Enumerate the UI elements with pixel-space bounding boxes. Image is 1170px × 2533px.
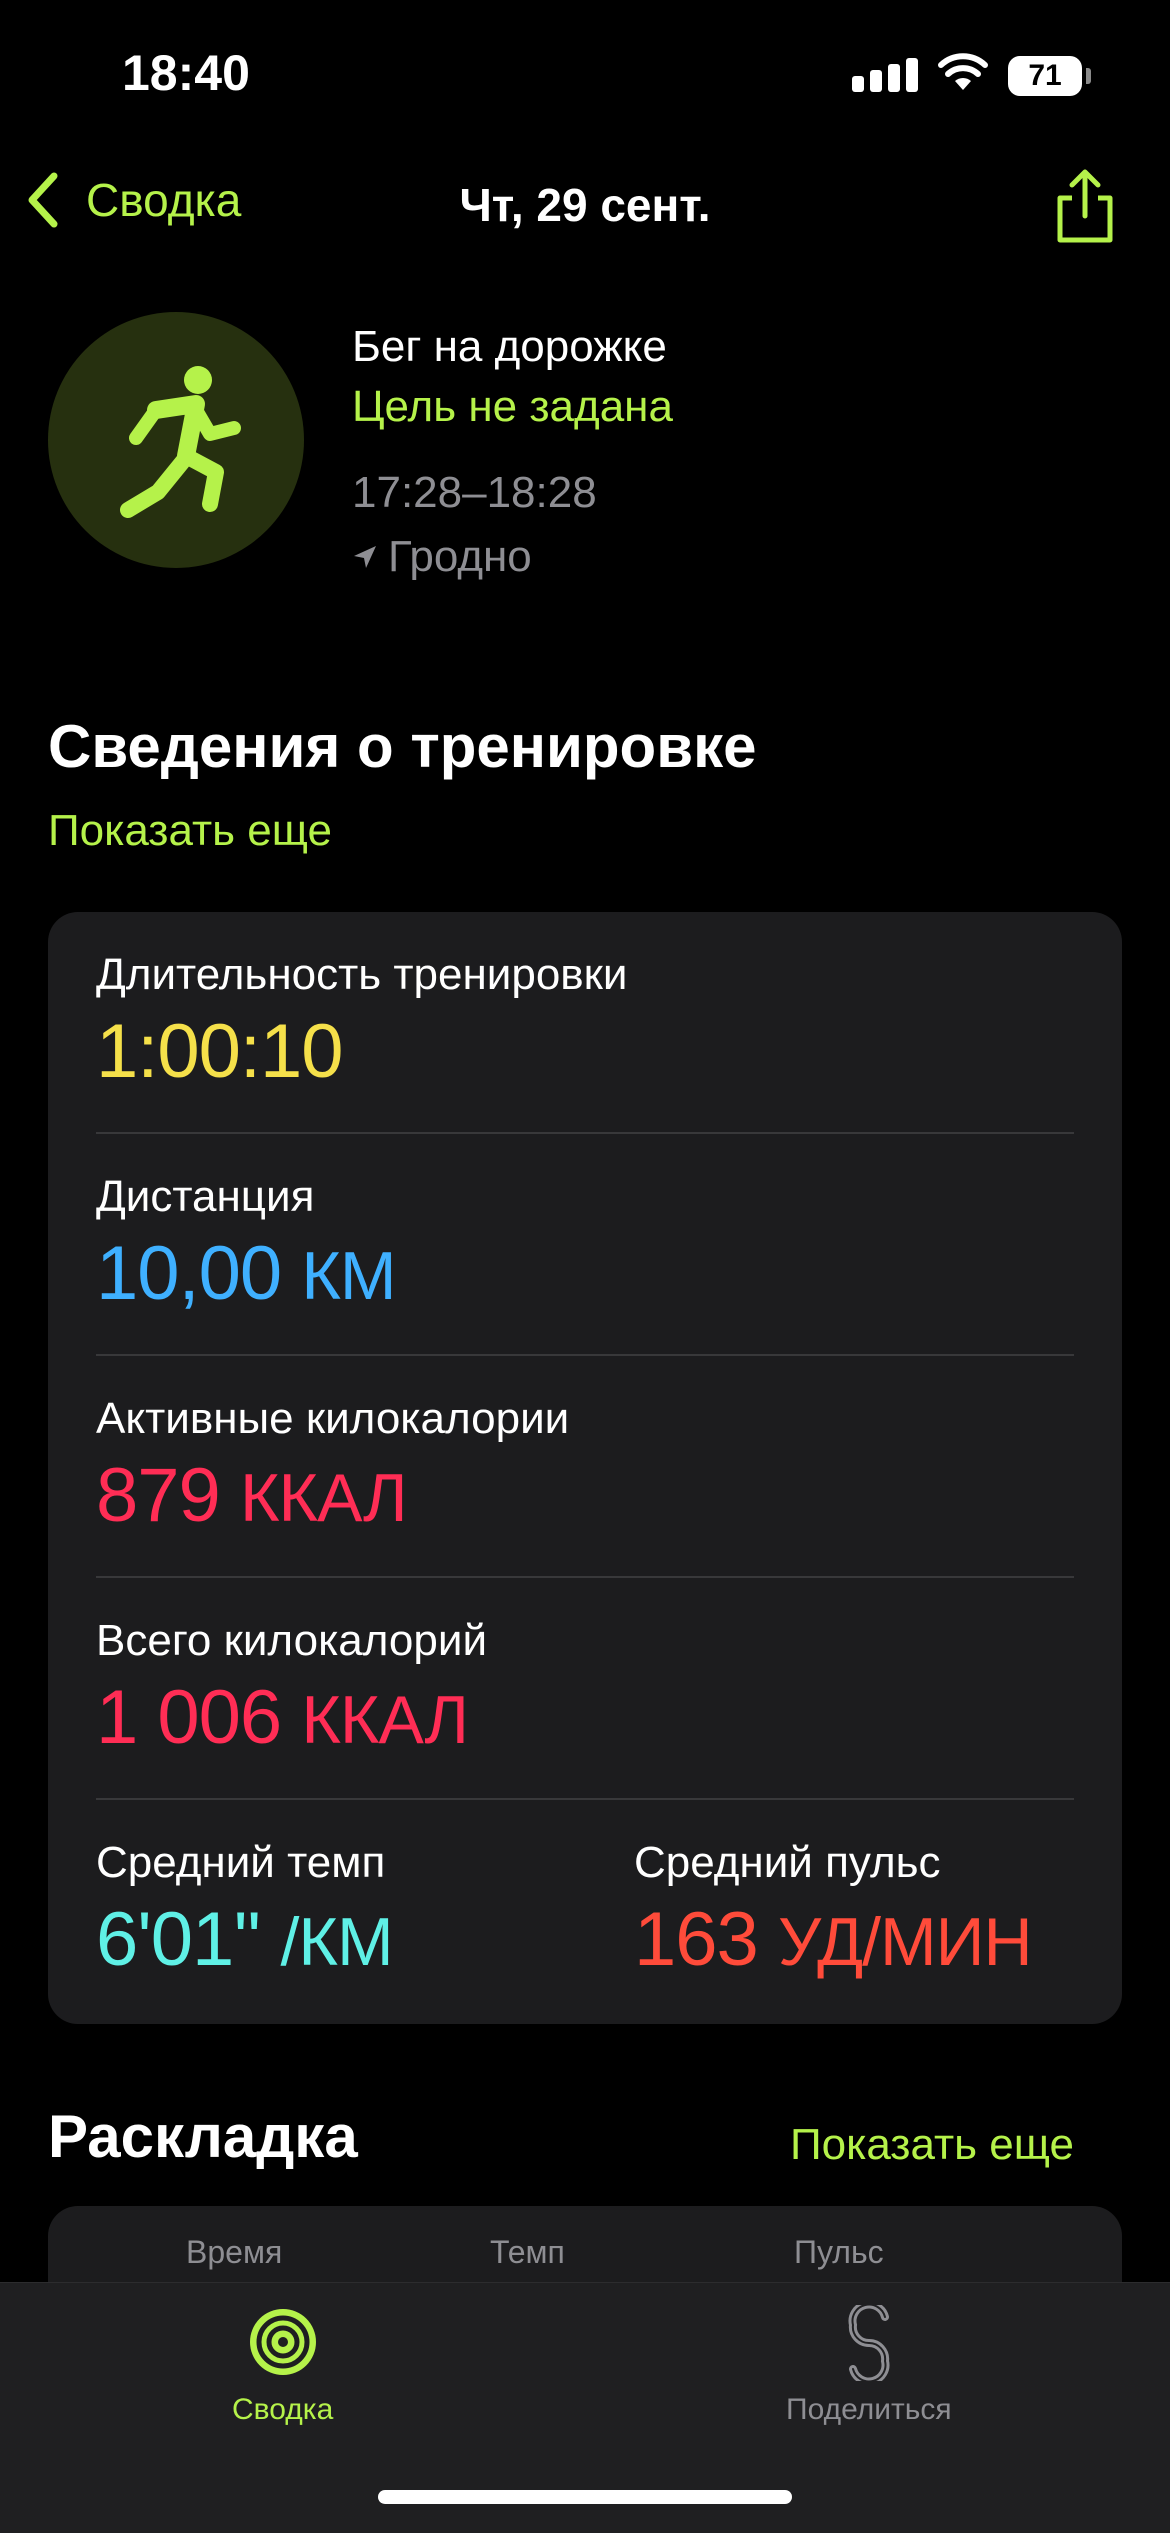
total-calories-metric: Всего килокалорий 1 006 ККАЛ [96, 1616, 487, 1761]
running-figure-icon [120, 366, 241, 518]
tab-share-label: Поделиться [786, 2393, 952, 2426]
duration-metric: Длительность тренировки 1:00:10 [96, 950, 628, 1095]
location-label: Гродно [388, 532, 532, 581]
page-title: Чт, 29 сент. [459, 179, 711, 231]
distance-label: Дистанция [96, 1172, 315, 1221]
tab-summary-label: Сводка [232, 2393, 334, 2426]
pace-metric: Средний темп 6'01'' /КМ [96, 1838, 394, 1983]
distance-value: 10,00 [96, 1231, 282, 1316]
distance-unit: КМ [301, 1238, 396, 1314]
heart-rate-label: Средний пульс [634, 1838, 941, 1887]
total-calories-value: 1 006 [96, 1675, 282, 1760]
share-icon [1057, 169, 1113, 243]
duration-label: Длительность тренировки [96, 950, 628, 999]
splits-column-heart-rate: Пульс [794, 2234, 884, 2270]
divider [96, 1132, 1074, 1134]
tab-summary[interactable]: Сводка [232, 2305, 333, 2427]
active-calories-metric: Активные килокалории 879 ККАЛ [96, 1394, 569, 1539]
duration-value: 1:00:10 [96, 1009, 344, 1094]
active-calories-label: Активные килокалории [96, 1394, 570, 1443]
divider [96, 1354, 1074, 1356]
active-calories-value: 879 [96, 1453, 221, 1538]
workout-icon [48, 312, 304, 568]
sharing-icon [848, 2305, 890, 2381]
active-calories-unit: ККАЛ [239, 1460, 408, 1536]
workout-location: Гродно [352, 532, 532, 582]
location-arrow-icon [354, 546, 376, 568]
pace-value: 6'01'' [96, 1897, 261, 1982]
total-calories-unit: ККАЛ [301, 1682, 469, 1758]
workout-name: Бег на дорожке [352, 322, 667, 371]
workout-goal: Цель не задана [352, 382, 673, 431]
details-show-more-link[interactable]: Показать еще [48, 806, 332, 856]
heart-rate-value: 163 [634, 1897, 759, 1982]
heart-rate-metric: Средний пульс 163 УД/МИН [634, 1838, 1033, 1983]
share-button[interactable] [1052, 166, 1118, 251]
splits-column-pace: Темп [490, 2234, 565, 2270]
battery-icon: 71 [1008, 56, 1082, 96]
status-time: 18:40 [122, 45, 250, 101]
workout-details-card: Длительность тренировки 1:00:10 Дистанци… [48, 912, 1122, 2024]
splits-section-title: Раскладка [48, 2103, 358, 2170]
activity-rings-icon [249, 2309, 316, 2375]
heart-rate-unit: УД/МИН [777, 1904, 1033, 1980]
splits-show-more-link[interactable]: Показать еще [790, 2120, 1074, 2170]
divider [96, 1576, 1074, 1578]
tab-share[interactable]: Поделиться [786, 2305, 952, 2427]
divider [96, 1798, 1074, 1800]
workout-time-range: 17:28–18:28 [352, 468, 597, 517]
distance-metric: Дистанция 10,00 КМ [96, 1172, 397, 1317]
details-section-title: Сведения о тренировке [48, 713, 757, 780]
total-calories-label: Всего килокалорий [96, 1616, 488, 1665]
home-indicator[interactable] [378, 2490, 792, 2504]
pace-label: Средний темп [96, 1838, 386, 1887]
battery-tip [1086, 68, 1091, 84]
cellular-signal-icon [852, 58, 918, 92]
wifi-icon [938, 52, 988, 97]
pace-unit: /КМ [280, 1904, 393, 1980]
splits-column-time: Время [186, 2234, 283, 2270]
